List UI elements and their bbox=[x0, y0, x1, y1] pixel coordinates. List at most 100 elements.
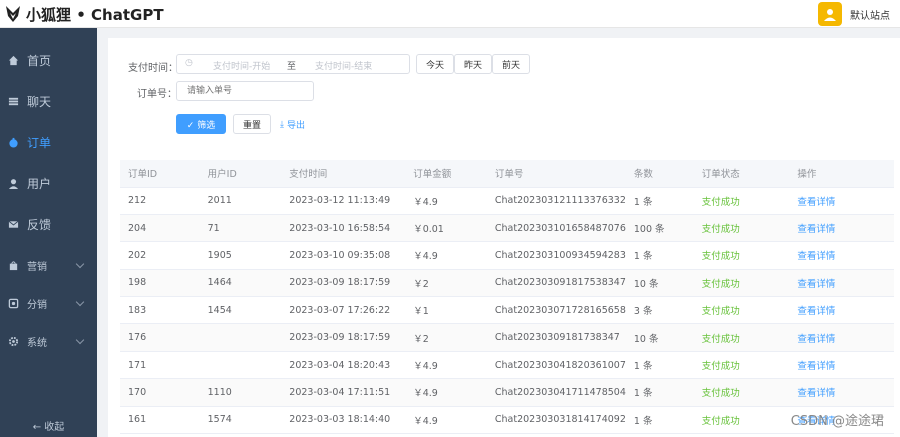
sidebar-item-label: 首页 bbox=[27, 53, 52, 68]
table-row[interactable]: 202 1905 2023-03-10 09:35:08 ￥4.9 Chat202303… bbox=[120, 241, 894, 270]
view-details-link[interactable]: 查看详情 bbox=[789, 187, 894, 215]
export-button[interactable]: ⤓ 导出 bbox=[280, 118, 305, 132]
order-id-cell: 202 bbox=[120, 241, 200, 270]
count-cell: 3 条 bbox=[625, 296, 694, 325]
pay-time-label: 支付时间： bbox=[128, 63, 178, 74]
avatar[interactable] bbox=[818, 2, 842, 26]
order-no-cell: Chat20230303181417409​2 bbox=[486, 406, 626, 435]
user-id-cell bbox=[199, 323, 282, 352]
sidebar-item-label: 营销 bbox=[27, 261, 47, 273]
table-row[interactable]: 171 2023-03-04 18:20:43 ￥4.9 Chat2023030418… bbox=[120, 351, 894, 380]
amount-cell: ￥4.9 bbox=[405, 378, 487, 407]
chevron-down-icon bbox=[75, 335, 85, 345]
amount-cell: ￥0.01 bbox=[405, 214, 487, 243]
main-content: 支付时间： ◷ 支付时间-开始 至 支付时间-结束 今天 昨天 前天 订单号： … bbox=[108, 38, 900, 437]
user-menu[interactable]: 默认站点 bbox=[818, 2, 890, 26]
order-no-cell: Chat20230310093459428​3 bbox=[486, 241, 626, 270]
fox-logo-icon bbox=[6, 6, 20, 22]
user-id-cell: 1110 bbox=[199, 378, 282, 407]
view-details-link[interactable]: 查看详情 bbox=[789, 296, 894, 325]
amount-cell: ￥1 bbox=[405, 296, 487, 325]
brand-logo[interactable]: 小狐狸 • ChatGPT bbox=[4, 3, 164, 25]
table-row[interactable]: 198 1464 2023-03-09 18:17:59 ￥2 Chat20230309… bbox=[120, 269, 894, 298]
view-details-link[interactable]: 查看详情 bbox=[789, 241, 894, 270]
pay-time-cell: 2023-03-03 18:14:40 bbox=[281, 406, 406, 435]
orders-table: 订单ID 用户ID 支付时间 订单金额 订单号 条数 订单状态 操作 212 20… bbox=[120, 160, 894, 435]
count-cell: 1 条 bbox=[625, 351, 694, 380]
status-cell: 支付成功 bbox=[693, 296, 790, 325]
sidebar-item-feedback[interactable]: 反馈 bbox=[0, 206, 97, 242]
site-name[interactable]: 默认站点 bbox=[850, 7, 890, 22]
end-time-input[interactable]: 支付时间-结束 bbox=[315, 59, 372, 72]
table-row[interactable]: 212 2011 2023-03-12 11:13:49 ￥4.9 Chat202303… bbox=[120, 187, 894, 215]
table-row[interactable]: 183 1454 2023-03-07 17:26:22 ￥1 Chat20230307… bbox=[120, 296, 894, 325]
sidebar: 首页 聊天 订单 用户 反馈 营销 分销 系统 ← 收起 bbox=[0, 28, 97, 437]
sidebar-item-home[interactable]: 首页 bbox=[0, 42, 97, 78]
search-button[interactable]: ✓ 筛选 bbox=[176, 114, 226, 134]
day-before-button[interactable]: 前天 bbox=[492, 54, 530, 74]
sidebar-item-users[interactable]: 用户 bbox=[0, 165, 97, 201]
sidebar-item-marketing[interactable]: 营销 bbox=[0, 247, 97, 283]
collapse-sidebar-button[interactable]: ← 收起 bbox=[0, 418, 97, 433]
order-id-cell: 170 bbox=[120, 378, 200, 407]
view-details-link[interactable]: 查看详情 bbox=[789, 323, 894, 352]
pay-time-cell: 2023-03-09 18:17:59 bbox=[281, 269, 406, 298]
view-details-link[interactable]: 查看详情 bbox=[789, 214, 894, 243]
sidebar-item-system[interactable]: 系统 bbox=[0, 323, 97, 359]
column-header[interactable]: 订单状态 bbox=[693, 160, 790, 188]
table-row[interactable]: 170 1110 2023-03-04 17:11:51 ￥4.9 Chat202303… bbox=[120, 378, 894, 407]
order-icon bbox=[7, 136, 20, 149]
table-header-row: 订单ID 用户ID 支付时间 订单金额 订单号 条数 订单状态 操作 bbox=[120, 160, 894, 188]
sidebar-item-chat[interactable]: 聊天 bbox=[0, 83, 97, 119]
sidebar-item-orders[interactable]: 订单 bbox=[0, 124, 97, 160]
column-header[interactable]: 订单ID bbox=[120, 160, 200, 188]
sidebar-item-label: 系统 bbox=[27, 337, 47, 349]
order-no-input[interactable] bbox=[176, 81, 314, 101]
sidebar-item-distribution[interactable]: 分销 bbox=[0, 285, 97, 321]
range-separator: 至 bbox=[287, 62, 297, 72]
table-row[interactable]: 161 1574 2023-03-03 18:14:40 ￥4.9 Chat202303… bbox=[120, 406, 894, 435]
column-header[interactable]: 订单号 bbox=[486, 160, 626, 188]
top-header: 小狐狸 • ChatGPT 默认站点 bbox=[0, 0, 900, 28]
mail-icon bbox=[7, 218, 20, 231]
order-no-label: 订单号： bbox=[137, 89, 177, 100]
pay-time-cell: 2023-03-09 18:17:59 bbox=[281, 323, 406, 352]
pay-time-cell: 2023-03-10 16:58:54 bbox=[281, 214, 406, 243]
order-id-cell: 171 bbox=[120, 351, 200, 380]
amount-cell: ￥4.9 bbox=[405, 351, 487, 380]
sidebar-item-label: 用户 bbox=[27, 176, 52, 191]
order-id-cell: 198 bbox=[120, 269, 200, 298]
status-cell: 支付成功 bbox=[693, 187, 790, 215]
home-icon bbox=[7, 54, 20, 67]
sidebar-item-label: 分销 bbox=[27, 299, 47, 311]
export-label: 导出 bbox=[286, 121, 305, 131]
today-button[interactable]: 今天 bbox=[416, 54, 454, 74]
table-row[interactable]: 204 71 2023-03-10 16:58:54 ￥0.01 Chat2023031… bbox=[120, 214, 894, 243]
user-id-cell bbox=[199, 351, 282, 380]
chevron-down-icon bbox=[75, 259, 85, 269]
count-cell: 10 条 bbox=[625, 323, 694, 352]
status-cell: 支付成功 bbox=[693, 269, 790, 298]
start-time-input[interactable]: 支付时间-开始 bbox=[213, 59, 270, 72]
reset-button[interactable]: 重置 bbox=[233, 114, 271, 134]
amount-cell: ￥2 bbox=[405, 269, 487, 298]
view-details-link[interactable]: 查看详情 bbox=[789, 269, 894, 298]
column-header[interactable]: 订单金额 bbox=[405, 160, 487, 188]
count-cell: 1 条 bbox=[625, 187, 694, 215]
column-header[interactable]: 条数 bbox=[625, 160, 694, 188]
share-icon bbox=[7, 297, 20, 310]
brand-title: 小狐狸 • ChatGPT bbox=[26, 5, 164, 24]
table-row[interactable]: 176 2023-03-09 18:17:59 ￥2 Chat202303091817… bbox=[120, 323, 894, 352]
user-id-cell: 71 bbox=[199, 214, 282, 243]
column-header[interactable]: 支付时间 bbox=[281, 160, 406, 188]
yesterday-button[interactable]: 昨天 bbox=[454, 54, 492, 74]
view-details-link[interactable]: 查看详情 bbox=[789, 351, 894, 380]
user-id-cell: 1464 bbox=[199, 269, 282, 298]
column-header[interactable]: 用户ID bbox=[199, 160, 282, 188]
watermark: CSDN @途途珺 bbox=[790, 414, 884, 429]
table-body: 212 2011 2023-03-12 11:13:49 ￥4.9 Chat202303… bbox=[120, 187, 894, 435]
view-details-link[interactable]: 查看详情 bbox=[789, 378, 894, 407]
column-header[interactable]: 操作 bbox=[789, 160, 894, 188]
status-cell: 支付成功 bbox=[693, 241, 790, 270]
pay-time-range-picker[interactable]: ◷ 支付时间-开始 至 支付时间-结束 bbox=[176, 54, 410, 74]
